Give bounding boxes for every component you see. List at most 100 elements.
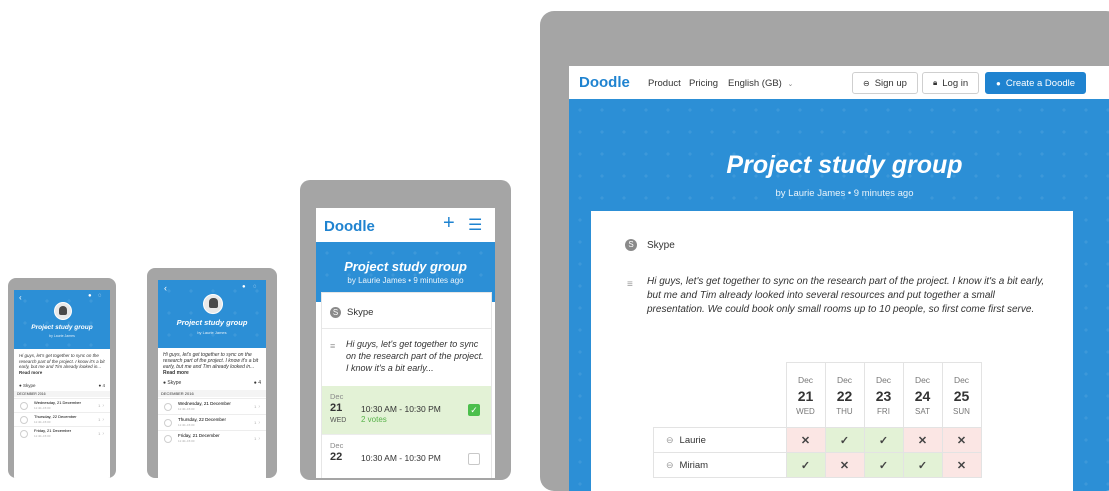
option-row[interactable]: Thursday, 22 December 11:40–15:00 1 › — [14, 412, 110, 426]
location-text: Skype — [22, 383, 36, 388]
location-text: Skype — [647, 239, 675, 251]
phone-small-frame: ‹ ● ◌ Project study group by Laurie Jame… — [8, 278, 116, 478]
phone-small-header: ‹ ● ◌ Project study group by Laurie Jame… — [14, 290, 110, 349]
participant-count: 4 — [258, 380, 261, 386]
date-day: 21 — [797, 387, 814, 404]
participants-icon: ● — [253, 380, 257, 386]
add-icon[interactable]: + — [443, 212, 455, 235]
phone-small-screen: ‹ ● ◌ Project study group by Laurie Jame… — [14, 290, 110, 478]
date-day: 25 — [953, 387, 970, 404]
user-icon[interactable]: ● — [242, 284, 246, 290]
option-list: Wednesday, 21 December 11:40–15:00 1 › Thurs… — [14, 398, 110, 440]
participants-icon: ● — [98, 383, 102, 388]
option-weekday: WED — [330, 417, 347, 424]
radio-button[interactable] — [164, 418, 172, 427]
participant-row: ⊖ Laurie ✕ ✓ ✓ ✕ ✕ — [653, 427, 982, 453]
avatar — [203, 294, 223, 314]
menu-icon[interactable]: ☰ — [468, 215, 482, 235]
byline: by Laurie James — [197, 330, 227, 335]
chevron-right-icon: › — [258, 403, 260, 410]
top-nav: Doodle Product Pricing English (GB) ⌄ ⊖ … — [569, 66, 1109, 99]
location-row: S Skype — [330, 307, 373, 318]
byline: by Laurie James • 9 minutes ago — [775, 188, 914, 199]
nav-pricing[interactable]: Pricing — [689, 78, 718, 89]
radio-button[interactable] — [164, 402, 172, 411]
byline: by Laurie James • 9 minutes ago — [347, 276, 464, 285]
signup-button[interactable]: ⊖ Sign up — [852, 72, 918, 94]
option-list: Wednesday, 21 December 11:40–15:00 1 › Thurs… — [158, 398, 266, 446]
vote-yes-cell: ✓ — [863, 452, 904, 478]
option-count: 1 — [254, 404, 257, 409]
date-weekday: SUN — [953, 406, 970, 416]
cross-icon: ✕ — [956, 459, 967, 472]
tablet-frame: Doodle Product Pricing English (GB) ⌄ ⊖ … — [540, 11, 1109, 491]
skype-icon: S — [330, 307, 341, 318]
option-time: 11:40–15:00 — [178, 422, 195, 427]
date-header-cell: Dec 21 WED — [785, 362, 826, 428]
brand-logo[interactable]: Doodle — [579, 74, 630, 91]
language-select[interactable]: English (GB) ⌄ — [728, 78, 793, 89]
page-title: Project study group — [176, 318, 248, 327]
poll-card: S Skype ≡ Hi guys, let's get together to… — [321, 292, 492, 478]
avatar — [54, 302, 72, 320]
chevron-right-icon: › — [258, 435, 260, 442]
option-row[interactable]: Wednesday, 21 December 11:40–15:00 1 › — [14, 398, 110, 412]
cross-icon: ✕ — [800, 434, 811, 447]
user-icon[interactable]: ● — [88, 293, 92, 299]
read-more-link[interactable]: Read more — [19, 370, 42, 375]
nav-product[interactable]: Product — [648, 78, 681, 89]
check-icon: ✓ — [917, 459, 928, 472]
phone-medium-screen: ‹ ● ◌ Project study group by Laurie Jame… — [158, 280, 266, 478]
date-header-row: Dec 21 WED Dec 22 THU Dec 23 FRI Dec 24 SAT Dec 25 SUN — [653, 362, 982, 428]
chevron-right-icon: › — [102, 416, 104, 423]
back-icon[interactable]: ‹ — [19, 293, 22, 302]
radio-button[interactable] — [20, 401, 28, 410]
lock-icon: 🔒︎ — [933, 78, 938, 87]
chevron-right-icon: › — [258, 419, 260, 426]
date-header-cell: Dec 23 FRI — [863, 362, 904, 428]
help-icon[interactable]: ◌ — [98, 293, 102, 299]
date-day: 23 — [875, 387, 892, 404]
read-more-link[interactable]: Read more — [163, 370, 189, 376]
page-title: Project study group — [726, 151, 963, 179]
option-row[interactable]: Thursday, 22 December 11:40–15:00 1 › — [158, 414, 266, 430]
back-icon[interactable]: ‹ — [164, 283, 167, 293]
month-header: DECEMBER 2016 — [14, 391, 110, 397]
option-time: 10:30 AM - 10:30 PM — [361, 404, 441, 414]
create-label: Create a Doodle — [1005, 77, 1076, 89]
option-count: 1 — [98, 417, 101, 422]
option-checkbox[interactable] — [468, 453, 480, 465]
date-weekday: SAT — [915, 406, 930, 416]
option-count: 1 — [98, 431, 101, 436]
vote-yes-cell: ✓ — [863, 427, 904, 453]
option-row[interactable]: Friday, 21 December 11:40–15:00 1 › — [158, 430, 266, 446]
help-icon[interactable]: ◌ — [253, 284, 257, 290]
byline: by Laurie James — [49, 334, 75, 338]
date-header-cell: Dec 25 SUN — [941, 362, 982, 428]
description-text: Hi guys, let's get together to sync on t… — [19, 353, 105, 369]
phone-large-frame: Doodle + ☰ Project study group by Laurie… — [300, 180, 511, 480]
vote-no-cell: ✕ — [785, 427, 826, 453]
participant-name-cell: ⊖ Laurie — [653, 427, 787, 453]
option-time: 11:40–15:00 — [178, 406, 195, 411]
option-count: 1 — [98, 403, 101, 408]
option-checkbox[interactable]: ✓ — [468, 404, 480, 416]
login-button[interactable]: 🔒︎ Log in — [922, 72, 980, 94]
chevron-down-icon: ⌄ — [787, 81, 794, 88]
user-icon: ⊖ — [666, 434, 674, 445]
skype-icon: ● — [163, 380, 167, 386]
option-day: 21 — [330, 402, 343, 414]
create-doodle-button[interactable]: ● Create a Doodle — [985, 72, 1087, 94]
tablet-screen: Doodle Product Pricing English (GB) ⌄ ⊖ … — [569, 66, 1109, 491]
cross-icon: ✕ — [956, 434, 967, 447]
chevron-right-icon: › — [102, 430, 104, 437]
radio-button[interactable] — [20, 415, 28, 424]
radio-button[interactable] — [164, 434, 172, 443]
option-row[interactable]: Dec 22 10:30 AM - 10:30 PM — [322, 434, 491, 478]
brand-logo[interactable]: Doodle — [324, 218, 375, 235]
option-row[interactable]: Dec 21 WED 10:30 AM - 10:30 PM 2 votes ✓ — [322, 386, 491, 434]
radio-button[interactable] — [20, 429, 28, 438]
option-row[interactable]: Friday, 21 December 11:40–15:00 1 › — [14, 426, 110, 440]
option-row[interactable]: Wednesday, 21 December 11:40–15:00 1 › — [158, 398, 266, 414]
location-text: Skype — [167, 380, 182, 386]
